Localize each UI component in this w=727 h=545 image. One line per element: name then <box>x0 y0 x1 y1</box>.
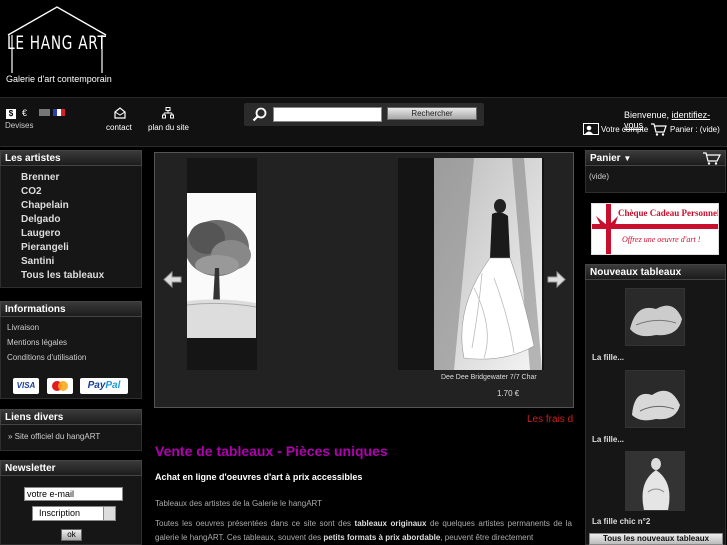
search-button[interactable]: Rechercher <box>387 107 477 120</box>
links-heading: Liens divers <box>0 409 142 425</box>
painting-thumbnail[interactable] <box>625 370 685 428</box>
gift-voucher-banner[interactable]: Chèque Cadeau Personnel Offrez une oeuvr… <box>591 203 719 255</box>
description-paragraph: Toutes les oeuvres présentées dans ce si… <box>155 517 572 545</box>
artists-heading: Les artistes <box>0 150 142 166</box>
paypal-text-2: Pal <box>105 380 121 391</box>
logo-title[interactable]: LE HANG ART <box>7 32 107 54</box>
painting-title[interactable]: La fille... <box>592 435 624 444</box>
painting-title[interactable]: La fille chic n°2 <box>592 517 650 526</box>
link-label: Site officiel du hangART <box>14 432 101 441</box>
info-heading: Informations <box>0 301 142 317</box>
tree-artwork-image[interactable] <box>187 193 256 338</box>
artist-link[interactable]: Laugero <box>21 228 60 239</box>
info-link[interactable]: Conditions d'utilisation <box>7 353 86 362</box>
shipping-marquee: Les frais d <box>527 414 574 425</box>
artist-link[interactable]: Brenner <box>21 172 59 183</box>
bold-text: petits formats à prix abordable <box>323 533 441 542</box>
envelope-icon[interactable] <box>114 107 126 119</box>
artist-link[interactable]: Pierangeli <box>21 242 69 253</box>
artist-link[interactable]: Santini <box>21 256 54 267</box>
newsletter-heading: Newsletter <box>0 460 142 476</box>
paypal-text-1: Pay <box>87 380 106 391</box>
painting-title[interactable]: La fille... <box>592 353 624 362</box>
currency-dollar-button[interactable]: $ <box>6 109 16 119</box>
info-link[interactable]: Mentions légales <box>7 338 67 347</box>
visa-logo: VISA <box>13 378 39 394</box>
double-chevron-icon: » <box>8 432 15 441</box>
sitemap-link[interactable]: plan du site <box>148 123 189 132</box>
voucher-title: Chèque Cadeau Personnel <box>618 208 719 218</box>
all-new-paintings-button[interactable]: Tous les nouveaux tableaux <box>589 533 723 545</box>
dropdown-triangle-icon[interactable]: ▼ <box>623 154 631 163</box>
artist-link[interactable]: CO2 <box>21 186 42 197</box>
painting-image <box>626 371 684 427</box>
account-icon[interactable] <box>583 123 599 135</box>
cart-icon[interactable] <box>703 152 721 165</box>
logo-subtitle: Galerie d'art contemporain <box>6 74 112 84</box>
account-link[interactable]: Votre compte <box>601 125 648 134</box>
devises-label: Devises <box>5 121 34 130</box>
artist-link[interactable]: Chapelain <box>21 200 69 211</box>
page-subtitle: Achat en ligne d'oeuvres d'art à prix ac… <box>155 472 363 482</box>
intro-paragraph: Tableaux des artistes de la Galerie le h… <box>155 499 323 508</box>
flag-icon[interactable] <box>39 109 50 116</box>
text: , peuvent être directement <box>440 533 534 542</box>
paypal-logo: PayPal <box>80 378 128 394</box>
cart-state: (vide) <box>589 172 610 181</box>
search-icon <box>252 107 267 122</box>
artist-link[interactable]: Delgado <box>21 214 60 225</box>
search-input[interactable] <box>273 107 382 122</box>
cart-heading-label: Panier <box>590 153 621 164</box>
all-paintings-link[interactable]: Tous les tableaux <box>21 270 104 281</box>
painting-image <box>626 289 684 345</box>
newsletter-ok-button[interactable]: ok <box>61 529 82 541</box>
text: Toutes les oeuvres présentées dans ce si… <box>155 519 355 528</box>
french-flag-icon[interactable] <box>53 109 65 116</box>
new-paintings-heading: Nouveaux tableaux <box>585 264 726 280</box>
sitemap-icon[interactable] <box>162 107 174 119</box>
page-title: Vente de tableaux - Pièces uniques <box>155 443 388 459</box>
artwork-price: 1.70 € <box>497 389 520 398</box>
previous-arrow-icon[interactable] <box>163 270 182 289</box>
welcome-label: Bienvenue, <box>624 110 670 120</box>
artists-list: Brenner CO2 Chapelain Delgado Laugero Pi… <box>0 166 142 288</box>
painting-thumbnail[interactable] <box>625 451 685 511</box>
contact-link[interactable]: contact <box>106 123 132 132</box>
voucher-tagline: Offrez une oeuvre d'art ! <box>622 235 701 244</box>
cart-icon[interactable] <box>651 123 667 136</box>
painting-image <box>626 452 684 510</box>
newsletter-email-input[interactable]: votre e-mail <box>24 487 123 501</box>
currency-euro-button[interactable]: € <box>22 108 27 118</box>
select-arrow-icon[interactable] <box>103 507 115 520</box>
cart-link[interactable]: Panier : (vide) <box>670 125 720 134</box>
hangart-site-link[interactable]: » Site officiel du hangART <box>8 432 100 441</box>
mastercard-yellow-circle <box>58 381 68 391</box>
artwork-caption[interactable]: Dee Dee Bridgewater 7/7 Char <box>441 374 537 381</box>
next-arrow-icon[interactable] <box>547 270 566 289</box>
painting-thumbnail[interactable] <box>625 288 685 346</box>
info-link[interactable]: Livraison <box>7 323 39 332</box>
bold-text: tableaux originaux <box>354 519 427 528</box>
dancer-artwork-image[interactable] <box>434 158 542 370</box>
